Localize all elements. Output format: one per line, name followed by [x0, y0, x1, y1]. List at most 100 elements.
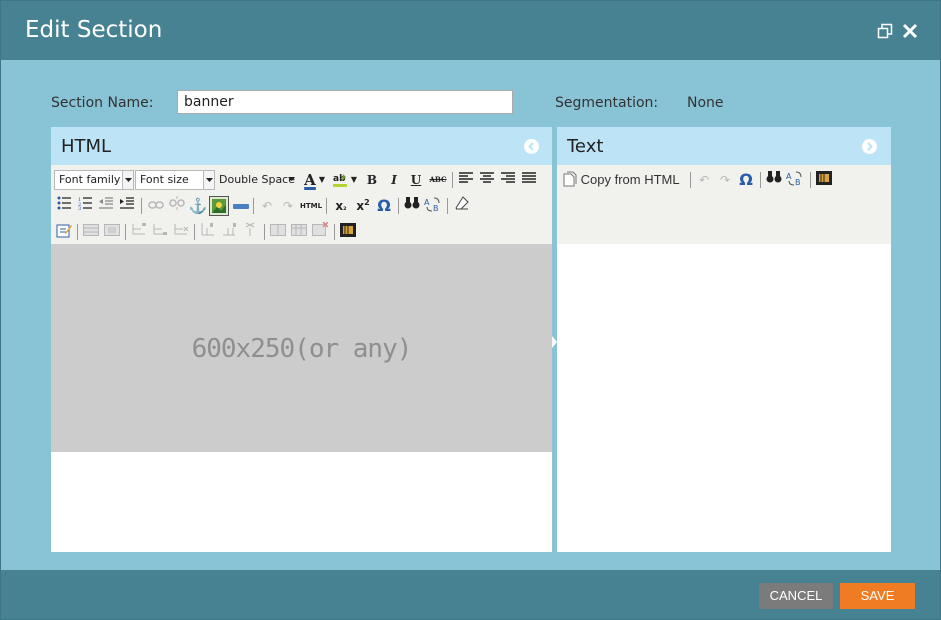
svg-text:B: B [795, 178, 801, 186]
replace-icon[interactable]: AB [785, 170, 805, 190]
segmentation-label: Segmentation: [555, 95, 659, 111]
italic-icon[interactable]: I [384, 170, 404, 190]
horizontal-rule-icon[interactable] [231, 196, 251, 216]
toolbar-separator [452, 172, 453, 188]
line-spacing-value: Double Space [219, 173, 295, 186]
line-spacing-select[interactable]: Double Space [217, 170, 297, 190]
toolbar-row-1: Font family Font size Double Space A ▼ a… [54, 167, 550, 191]
dialog-footer: CANCEL SAVE [1, 570, 940, 619]
insert-row-before-icon[interactable] [129, 222, 149, 242]
special-character-icon[interactable]: Ω [374, 196, 394, 216]
link-icon[interactable] [146, 196, 166, 216]
toolbar-row-2: 123 ⚓ ↶ ↷ HTML x₂ x2 Ω AB [54, 193, 550, 217]
redo-icon[interactable]: ↷ [715, 170, 735, 190]
font-family-value: Font family [59, 173, 121, 186]
split-cells-icon[interactable] [268, 222, 288, 242]
numbered-list-icon[interactable]: 123 [75, 196, 95, 216]
highlight-dropdown-icon[interactable]: ▼ [350, 170, 358, 190]
toolbar-separator [253, 198, 254, 214]
insert-snippet-icon[interactable] [338, 222, 358, 242]
undo-icon[interactable]: ↶ [694, 170, 714, 190]
html-editor-toolbar: Font family Font size Double Space A ▼ a… [51, 165, 552, 244]
insert-row-after-icon[interactable] [150, 222, 170, 242]
text-panel-header: Text [557, 127, 891, 165]
redo-icon[interactable]: ↷ [278, 196, 298, 216]
insert-col-after-icon[interactable] [219, 222, 239, 242]
insert-col-before-icon[interactable] [198, 222, 218, 242]
align-right-icon[interactable] [498, 170, 518, 190]
html-source-icon[interactable]: HTML [299, 196, 323, 216]
outdent-icon[interactable] [96, 196, 116, 216]
copy-page-icon [563, 171, 577, 187]
text-toolbar-row: Copy from HTML ↶ ↷ Ω AB [560, 167, 890, 191]
toolbar-separator [77, 224, 78, 240]
html-panel-header: HTML [51, 127, 552, 165]
font-family-select[interactable]: Font family [54, 170, 134, 190]
subscript-icon[interactable]: x₂ [331, 196, 351, 216]
cancel-button[interactable]: CANCEL [759, 583, 833, 609]
undo-icon[interactable]: ↶ [257, 196, 277, 216]
underline-icon[interactable]: U [406, 170, 426, 190]
insert-image-icon[interactable] [209, 196, 229, 216]
placeholder-text: 600x250(or any) [191, 334, 413, 364]
font-size-value: Font size [140, 173, 189, 186]
text-panel-title: Text [567, 136, 604, 157]
chevron-down-icon [286, 170, 297, 188]
arrow-right-circle-icon[interactable] [862, 139, 877, 154]
banner-image-placeholder[interactable]: 600x250(or any) [51, 244, 552, 452]
section-form-row: Section Name: Segmentation: None [1, 89, 940, 117]
indent-icon[interactable] [117, 196, 137, 216]
dialog-titlebar: Edit Section [1, 1, 940, 60]
find-icon[interactable] [402, 196, 422, 216]
toolbar-row-3 [54, 219, 550, 243]
edit-properties-icon[interactable] [54, 222, 74, 242]
table-layout-icon[interactable] [81, 222, 101, 242]
toolbar-separator [264, 224, 265, 240]
toolbar-separator [760, 172, 761, 188]
delete-col-icon[interactable] [240, 222, 260, 242]
segmentation-value: None [687, 95, 724, 111]
superscript-icon[interactable]: x2 [353, 196, 373, 216]
section-name-input[interactable] [177, 90, 513, 114]
unlink-icon[interactable] [167, 196, 187, 216]
insert-snippet-icon[interactable] [814, 170, 834, 190]
text-color-icon[interactable]: A [300, 170, 320, 190]
delete-row-icon[interactable] [171, 222, 191, 242]
toolbar-separator [125, 224, 126, 240]
special-character-icon[interactable]: Ω [736, 170, 756, 190]
text-color-dropdown-icon[interactable]: ▼ [318, 170, 326, 190]
bullet-list-icon[interactable] [54, 196, 74, 216]
replace-icon[interactable]: AB [423, 196, 443, 216]
save-button[interactable]: SAVE [840, 583, 915, 609]
copy-from-html-button[interactable]: Copy from HTML [563, 170, 680, 190]
text-editor-toolbar: Copy from HTML ↶ ↷ Ω AB [557, 165, 891, 244]
edit-section-dialog: Edit Section Section Name: Segmentation:… [0, 0, 941, 620]
merge-cells-icon[interactable] [289, 222, 309, 242]
eraser-icon[interactable] [452, 196, 472, 216]
arrow-left-circle-icon[interactable] [524, 139, 539, 154]
text-editor-panel: Text Copy from HTML ↶ ↷ Ω AB [557, 127, 891, 552]
chevron-down-icon [203, 171, 214, 189]
toolbar-separator [810, 172, 811, 188]
find-icon[interactable] [764, 170, 784, 190]
svg-text:A: A [786, 172, 792, 181]
delete-table-icon[interactable] [310, 221, 330, 242]
copy-from-html-label: Copy from HTML [580, 172, 680, 187]
close-icon[interactable] [902, 23, 918, 39]
svg-text:A: A [424, 198, 430, 207]
bold-icon[interactable]: B [362, 170, 382, 190]
section-name-label: Section Name: [51, 95, 154, 111]
anchor-icon[interactable]: ⚓ [188, 196, 208, 216]
align-center-icon[interactable] [477, 170, 497, 190]
font-size-select[interactable]: Font size [135, 170, 215, 190]
restore-window-icon[interactable] [877, 23, 893, 39]
highlight-color-icon[interactable]: ab [330, 170, 350, 190]
html-panel-title: HTML [61, 136, 112, 157]
svg-text:B: B [433, 204, 439, 212]
strikethrough-icon[interactable]: ABC [428, 170, 448, 190]
justify-icon[interactable] [519, 170, 539, 190]
table-merge-icon[interactable] [102, 222, 122, 242]
toolbar-separator [141, 198, 142, 214]
align-left-icon[interactable] [456, 170, 476, 190]
dialog-title: Edit Section [25, 17, 163, 43]
